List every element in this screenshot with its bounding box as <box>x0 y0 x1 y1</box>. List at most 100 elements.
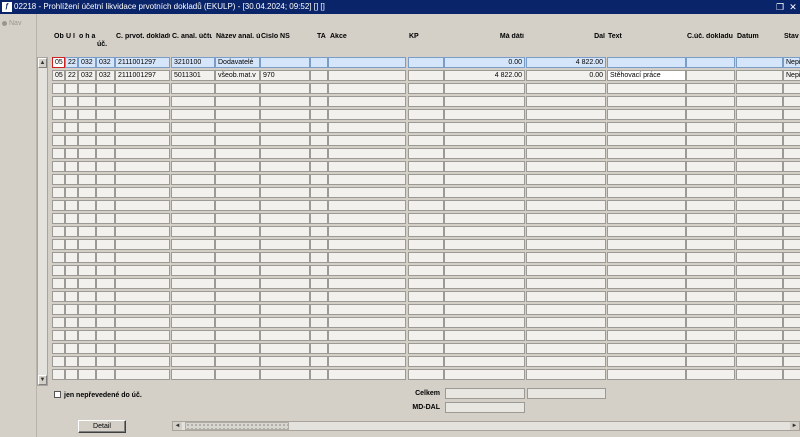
cell-text[interactable] <box>607 174 686 185</box>
cell-akce[interactable] <box>328 239 406 250</box>
cell-oha-prv[interactable] <box>78 161 96 172</box>
cell-cislo-ns[interactable] <box>260 122 310 133</box>
cell-c-prvot[interactable] <box>115 174 170 185</box>
cell-ta[interactable] <box>310 148 328 159</box>
cell-nazev[interactable] <box>215 148 260 159</box>
cell-c-anal[interactable] <box>171 174 215 185</box>
cell-obdobi[interactable] <box>52 226 65 237</box>
cell-kp[interactable] <box>408 57 444 68</box>
cell-uc[interactable] <box>96 122 115 133</box>
cell-ma-dati[interactable] <box>444 252 525 263</box>
scroll-left-icon[interactable]: ◄ <box>173 422 182 430</box>
cell-kp[interactable] <box>408 226 444 237</box>
cell-c-prvot[interactable] <box>115 226 170 237</box>
cell-dal[interactable] <box>526 83 606 94</box>
cell-c-uc-dokladu[interactable] <box>686 148 735 159</box>
cell-oha-prv[interactable] <box>78 369 96 380</box>
table-row[interactable]: 05 22 032 032 2111001297 5011301 všeob.mat.v 97… <box>52 70 800 81</box>
cell-ma-dati[interactable] <box>444 330 525 341</box>
cell-ul[interactable] <box>65 161 78 172</box>
cell-kp[interactable] <box>408 70 444 81</box>
cell-stav[interactable] <box>783 174 800 185</box>
cell-ta[interactable] <box>310 252 328 263</box>
cell-oha-prv[interactable] <box>78 343 96 354</box>
cell-uc[interactable] <box>96 226 115 237</box>
cell-ta[interactable] <box>310 122 328 133</box>
cell-c-uc-dokladu[interactable] <box>686 239 735 250</box>
cell-obdobi[interactable] <box>52 135 65 146</box>
cell-c-prvot[interactable] <box>115 109 170 120</box>
cell-ta[interactable] <box>310 356 328 367</box>
cell-ta[interactable] <box>310 343 328 354</box>
cell-uc[interactable] <box>96 135 115 146</box>
cell-c-uc-dokladu[interactable] <box>686 187 735 198</box>
cell-oha-prv[interactable] <box>78 252 96 263</box>
cell-c-anal[interactable] <box>171 343 215 354</box>
cell-oha-prv[interactable] <box>78 109 96 120</box>
cell-datum[interactable] <box>736 109 783 120</box>
cell-c-anal[interactable] <box>171 161 215 172</box>
cell-obdobi[interactable] <box>52 252 65 263</box>
cell-datum[interactable] <box>736 83 783 94</box>
cell-cislo-ns[interactable] <box>260 135 310 146</box>
cell-c-anal[interactable] <box>171 226 215 237</box>
empty-table-row[interactable] <box>52 174 800 185</box>
cell-datum[interactable] <box>736 317 783 328</box>
unposted-only-checkbox[interactable] <box>54 391 61 398</box>
cell-nazev[interactable] <box>215 122 260 133</box>
cell-nazev[interactable] <box>215 226 260 237</box>
cell-oha-prv[interactable] <box>78 187 96 198</box>
cell-obdobi[interactable] <box>52 109 65 120</box>
cell-obdobi[interactable] <box>52 174 65 185</box>
cell-cislo-ns[interactable] <box>260 317 310 328</box>
cell-c-uc-dokladu[interactable] <box>686 291 735 302</box>
empty-table-row[interactable] <box>52 278 800 289</box>
cell-dal[interactable] <box>526 330 606 341</box>
cell-ul[interactable] <box>65 226 78 237</box>
horizontal-scroll-thumb[interactable] <box>185 422 289 430</box>
cell-cislo-ns[interactable] <box>260 161 310 172</box>
cell-kp[interactable] <box>408 265 444 276</box>
cell-text[interactable] <box>607 369 686 380</box>
cell-c-uc-dokladu[interactable] <box>686 109 735 120</box>
cell-kp[interactable] <box>408 187 444 198</box>
cell-uc[interactable] <box>96 213 115 224</box>
cell-nazev[interactable] <box>215 304 260 315</box>
cell-c-uc-dokladu[interactable] <box>686 317 735 328</box>
cell-c-prvot[interactable] <box>115 148 170 159</box>
cell-ta[interactable] <box>310 83 328 94</box>
cell-akce[interactable] <box>328 122 406 133</box>
cell-akce[interactable] <box>328 226 406 237</box>
cell-c-uc-dokladu[interactable] <box>686 356 735 367</box>
cell-stav[interactable] <box>783 148 800 159</box>
cell-datum[interactable] <box>736 226 783 237</box>
cell-uc[interactable]: 032 <box>96 57 115 68</box>
cell-dal[interactable] <box>526 265 606 276</box>
cell-c-prvot[interactable] <box>115 369 170 380</box>
cell-obdobi[interactable] <box>52 291 65 302</box>
cell-uc[interactable] <box>96 252 115 263</box>
empty-table-row[interactable] <box>52 200 800 211</box>
cell-stav[interactable] <box>783 200 800 211</box>
scroll-up-icon[interactable]: ▲ <box>38 58 47 68</box>
cell-c-prvot[interactable] <box>115 343 170 354</box>
cell-ma-dati[interactable]: 4 822.00 <box>444 70 525 81</box>
cell-cislo-ns[interactable] <box>260 187 310 198</box>
cell-nazev[interactable] <box>215 252 260 263</box>
cell-dal[interactable] <box>526 239 606 250</box>
cell-obdobi[interactable] <box>52 96 65 107</box>
cell-cislo-ns[interactable] <box>260 304 310 315</box>
empty-table-row[interactable] <box>52 330 800 341</box>
cell-stav[interactable] <box>783 161 800 172</box>
cell-dal[interactable]: 0.00 <box>526 70 606 81</box>
cell-c-anal[interactable] <box>171 187 215 198</box>
cell-c-prvot[interactable] <box>115 161 170 172</box>
cell-datum[interactable] <box>736 278 783 289</box>
empty-table-row[interactable] <box>52 291 800 302</box>
cell-kp[interactable] <box>408 304 444 315</box>
cell-ul[interactable]: 22 <box>65 57 78 68</box>
cell-ul[interactable] <box>65 213 78 224</box>
cell-c-prvot[interactable] <box>115 317 170 328</box>
cell-ma-dati[interactable] <box>444 265 525 276</box>
cell-dal[interactable] <box>526 317 606 328</box>
